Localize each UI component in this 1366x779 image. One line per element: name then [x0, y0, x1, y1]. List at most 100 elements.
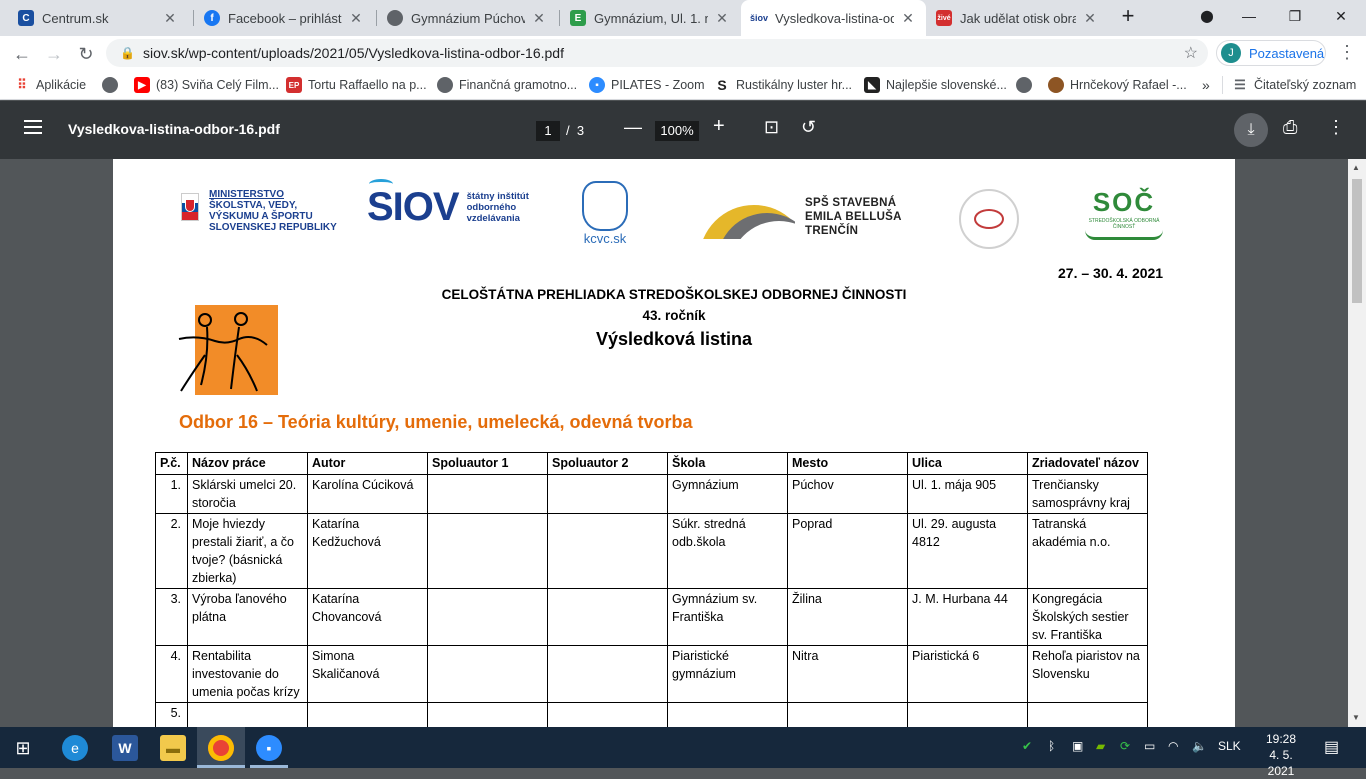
reading-list-button[interactable]: ☰ Čitateľský zoznam [1232, 75, 1356, 95]
close-icon[interactable]: ✕ [714, 10, 730, 27]
close-icon[interactable]: ✕ [900, 10, 916, 27]
bookmark-luster[interactable]: S Rustikálny luster hr... [714, 75, 852, 95]
zoom-in-icon[interactable]: + [713, 115, 725, 138]
bookmark-raffaello[interactable]: EP Tortu Raffaello na p... [286, 75, 427, 95]
ministry-line: SLOVENSKEJ REPUBLIKY [209, 222, 337, 233]
bluetooth-icon[interactable]: ᛒ [1048, 739, 1055, 753]
cake-icon [1048, 77, 1064, 93]
lock-icon[interactable]: 🔒 [120, 46, 135, 60]
table-cell: Tatranská akadémia n.o. [1027, 513, 1148, 589]
security-icon[interactable]: ✔ [1022, 739, 1032, 753]
tab-search-icon[interactable]: ⬤ [1184, 0, 1230, 32]
tab-gymnazium[interactable]: Gymnázium Púchov ✕ [377, 0, 557, 36]
table-cell [187, 702, 308, 727]
back-arrow-icon[interactable]: ← [8, 40, 36, 68]
minimize-button[interactable]: — [1226, 0, 1272, 32]
pdf-viewport[interactable]: MINISTERSTVO ŠKOLSTVA, VEDY, VÝSKUMU A Š… [0, 159, 1348, 727]
kebab-menu-icon[interactable]: ⋮ [1338, 42, 1356, 63]
nvidia-icon[interactable]: ▰ [1096, 739, 1105, 753]
book-icon [1085, 230, 1163, 240]
siov-logo: SIOV štátny inštitút odborného vzdelávan… [367, 179, 529, 230]
windows-start-icon[interactable]: ⊞ [10, 735, 36, 761]
pdf-more-icon[interactable]: ⋮ [1327, 117, 1345, 138]
tab-strip: C Centrum.sk ✕ f Facebook – prihláste sa… [0, 0, 1366, 36]
reload-icon[interactable]: ↻ [72, 40, 100, 68]
page-number-input[interactable]: 1 [536, 121, 560, 141]
zoom-app-icon[interactable]: ▪ [256, 735, 282, 761]
scroll-down-icon[interactable]: ▼ [1352, 713, 1360, 722]
new-tab-button[interactable]: + [1110, 0, 1146, 32]
table-cell [547, 588, 668, 646]
bookmark-hrnčekovy[interactable]: Hrnčekový Rafael -... [1048, 75, 1187, 95]
rotate-icon[interactable]: ↺ [801, 117, 816, 138]
volume-icon[interactable]: 🔈 [1192, 739, 1207, 753]
tab-title: Gymnázium, Ul. 1. mája [594, 10, 708, 26]
clock-date: 4. 5. 2021 [1267, 748, 1295, 778]
bookmark-financna[interactable]: Finančná gramotno... [437, 75, 577, 95]
profile-button[interactable]: J Pozastavená [1216, 40, 1326, 66]
wifi-icon[interactable]: ◠ [1168, 739, 1178, 753]
tab-facebook[interactable]: f Facebook – prihláste sa ✕ [194, 0, 374, 36]
close-icon[interactable]: ✕ [531, 10, 547, 27]
table-cell: 1. [155, 474, 188, 514]
bookmarks-bar: ⠿ Aplikácie ▶ (83) Sviňa Celý Film... EP… [0, 70, 1366, 100]
star-icon[interactable]: ☆ [1184, 43, 1198, 63]
hamburger-menu-icon[interactable] [24, 120, 42, 138]
zoom-out-icon[interactable]: — [624, 117, 642, 138]
file-explorer-icon[interactable]: ▬ [160, 735, 186, 761]
scroll-up-icon[interactable]: ▲ [1352, 163, 1360, 172]
forward-arrow-icon[interactable]: → [40, 40, 68, 68]
zoom-icon: ▪ [589, 77, 605, 93]
bookmark-najlepsie[interactable]: ◣ Najlepšie slovenské... [864, 75, 1007, 95]
column-header: Mesto [787, 452, 908, 475]
table-cell: Rehoľa piaristov na Slovensku [1027, 645, 1148, 703]
edge-icon[interactable]: e [62, 735, 88, 761]
fit-page-icon[interactable]: ⊡ [764, 117, 779, 138]
chrome-icon[interactable] [208, 735, 234, 761]
tab-zive[interactable]: živé Jak udělat otisk obrazo ✕ [926, 0, 1108, 36]
scrollbar-thumb[interactable] [1352, 179, 1362, 303]
update-icon[interactable]: ⟳ [1120, 739, 1130, 753]
ministry-logo: MINISTERSTVO ŠKOLSTVA, VEDY, VÝSKUMU A Š… [181, 189, 337, 233]
bookmark-apps[interactable]: ⠿ Aplikácie [14, 75, 86, 95]
section-heading: Odbor 16 – Teória kultúry, umenie, umele… [179, 412, 693, 432]
language-indicator[interactable]: SLK [1218, 739, 1241, 753]
download-icon[interactable]: ⤓ [1234, 113, 1268, 147]
close-icon[interactable]: ✕ [1082, 10, 1098, 27]
pdf-page: MINISTERSTVO ŠKOLSTVA, VEDY, VÝSKUMU A Š… [113, 159, 1235, 727]
table-cell: 2. [155, 513, 188, 589]
word-icon[interactable]: W [112, 735, 138, 761]
zoom-level-input[interactable]: 100% [655, 121, 699, 141]
column-header: Zriadovateľ názov [1027, 452, 1148, 475]
bookmark-globe-1[interactable] [102, 75, 124, 95]
tab-title: Centrum.sk [42, 10, 109, 26]
close-icon[interactable]: ✕ [348, 10, 364, 27]
restore-button[interactable]: ❐ [1272, 0, 1318, 32]
windows-taskbar: ⊞ e W ▬ ▪ ✔ ᛒ ▣ ▰ ⟳ ▭ ◠ 🔈 SLK 19:28 4. 5… [0, 727, 1366, 778]
bookmark-pilates[interactable]: ▪ PILATES - Zoom [589, 75, 705, 95]
close-icon[interactable]: ✕ [162, 10, 178, 27]
close-window-button[interactable]: ✕ [1318, 0, 1364, 32]
soc-wordmark: SOČ [1092, 187, 1156, 217]
app-tray-icon[interactable]: ▣ [1072, 739, 1083, 753]
youtube-icon: ▶ [134, 77, 150, 93]
kcvc-label: kcvc.sk [583, 231, 627, 246]
bookmarks-more-button[interactable]: » [1202, 75, 1210, 95]
clock[interactable]: 19:28 4. 5. 2021 [1256, 731, 1306, 779]
table-cell [427, 474, 548, 514]
print-icon[interactable]: ⎙ [1283, 117, 1297, 138]
tab-pdf-active[interactable]: šiov Vysledkova-listina-odbor ✕ [741, 0, 926, 36]
tab-edupage[interactable]: E Gymnázium, Ul. 1. mája ✕ [560, 0, 740, 36]
battery-icon[interactable]: ▭ [1144, 739, 1155, 753]
tab-centrum[interactable]: C Centrum.sk ✕ [8, 0, 188, 36]
table-cell: Simona Skaličanová [307, 645, 428, 703]
table-cell: Kongregácia Školských sestier sv. Franti… [1027, 588, 1148, 646]
table-cell: Katarína Kedžuchová [307, 513, 428, 589]
vertical-scrollbar[interactable]: ▲ ▼ [1348, 159, 1366, 727]
siov-wordmark: SIOV [367, 185, 460, 229]
bookmark-globe-2[interactable] [1016, 75, 1038, 95]
column-header: Spoluautor 1 [427, 452, 548, 475]
bookmark-youtube[interactable]: ▶ (83) Sviňa Celý Film... [134, 75, 279, 95]
notifications-icon[interactable]: ▤ [1324, 737, 1339, 757]
address-bar[interactable]: 🔒 siov.sk/wp-content/uploads/2021/05/Vys… [106, 39, 1208, 67]
